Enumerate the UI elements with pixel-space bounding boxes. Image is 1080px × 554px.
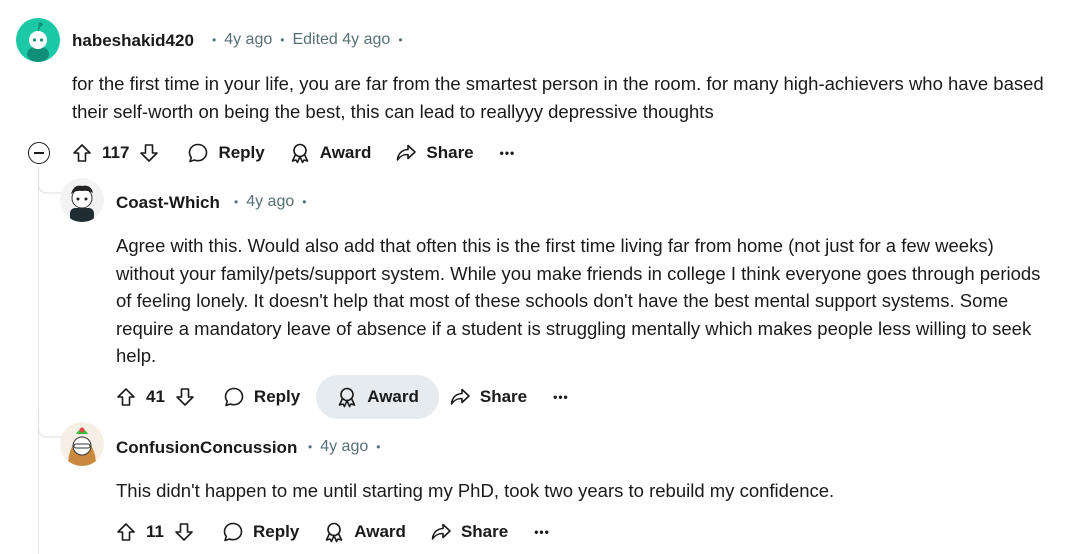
collapse-thread-button[interactable] [28, 142, 50, 164]
thread-connector [38, 410, 64, 438]
vote-count: 41 [146, 387, 165, 406]
comment-body: This didn't happen to me until starting … [116, 480, 835, 501]
award-button[interactable]: Award [279, 131, 382, 175]
avatar[interactable] [60, 178, 104, 222]
snoo-avatar-icon [68, 427, 96, 466]
comment-body: for the first time in your life, you are… [72, 73, 1044, 122]
thread-connector [38, 166, 64, 194]
more-options-button[interactable]: ••• [488, 131, 528, 175]
share-icon [431, 523, 451, 540]
reply-icon [189, 143, 208, 163]
reply-icon [223, 522, 243, 542]
reply-button[interactable]: Reply [212, 510, 309, 554]
reply-label: Reply [253, 387, 301, 406]
award-icon [291, 143, 309, 164]
award-label: Award [319, 143, 372, 162]
reply-label: Reply [252, 522, 300, 541]
comment-actions: 117 Reply Award Share ••• [62, 131, 527, 175]
share-label: Share [460, 522, 509, 541]
avatar[interactable] [16, 18, 60, 62]
award-icon [338, 387, 356, 408]
reply-label: Reply [218, 143, 265, 162]
share-button[interactable]: Share [439, 375, 537, 419]
comment-body: Agree with this. Would also add that oft… [116, 235, 1041, 366]
downvote-icon[interactable] [139, 143, 159, 163]
comment-meta: • 4y ago • [308, 438, 381, 456]
share-button[interactable]: Share [420, 510, 518, 554]
timestamp[interactable]: 4y ago [320, 438, 368, 456]
username[interactable]: ConfusionConcussion [116, 438, 297, 458]
downvote-icon[interactable] [175, 387, 195, 407]
award-button[interactable]: Award [313, 510, 416, 554]
award-label: Award [354, 522, 406, 541]
award-icon [325, 522, 343, 543]
comment-actions: 11 Reply Award Share ••• [106, 510, 562, 554]
share-icon [397, 144, 417, 161]
vote-count: 117 [102, 143, 130, 162]
username[interactable]: Coast-Which [116, 193, 220, 213]
vote-count: 11 [146, 522, 164, 541]
vote-control: 117 [62, 131, 169, 175]
upvote-icon[interactable] [72, 143, 92, 163]
snoo-avatar-icon [70, 185, 94, 222]
more-options-button[interactable]: ••• [541, 375, 581, 419]
avatar[interactable] [60, 422, 104, 466]
comment-meta: • 4y ago • Edited 4y ago • [212, 31, 403, 49]
award-button[interactable]: Award [316, 375, 439, 419]
vote-control: 11 [106, 510, 204, 554]
comment-actions: 41 Reply Award Share ••• [106, 375, 581, 419]
username[interactable]: habeshakid420 [72, 31, 194, 51]
share-icon [450, 388, 470, 405]
reply-button[interactable]: Reply [177, 131, 274, 175]
more-options-button[interactable]: ••• [522, 510, 562, 554]
award-label: Award [367, 387, 419, 406]
reply-button[interactable]: Reply [213, 375, 310, 419]
share-label: Share [479, 387, 528, 406]
thread-line [38, 166, 39, 554]
comment-meta: • 4y ago • [234, 193, 307, 211]
upvote-icon[interactable] [116, 522, 136, 542]
downvote-icon[interactable] [174, 522, 194, 542]
vote-control: 41 [106, 375, 205, 419]
upvote-icon[interactable] [116, 387, 136, 407]
share-button[interactable]: Share [385, 131, 483, 175]
share-label: Share [426, 143, 474, 162]
edited-timestamp: Edited 4y ago [292, 31, 391, 48]
timestamp[interactable]: 4y ago [246, 193, 294, 211]
reply-icon [224, 387, 244, 407]
timestamp[interactable]: 4y ago [224, 31, 272, 49]
snoo-avatar-icon [27, 22, 49, 62]
